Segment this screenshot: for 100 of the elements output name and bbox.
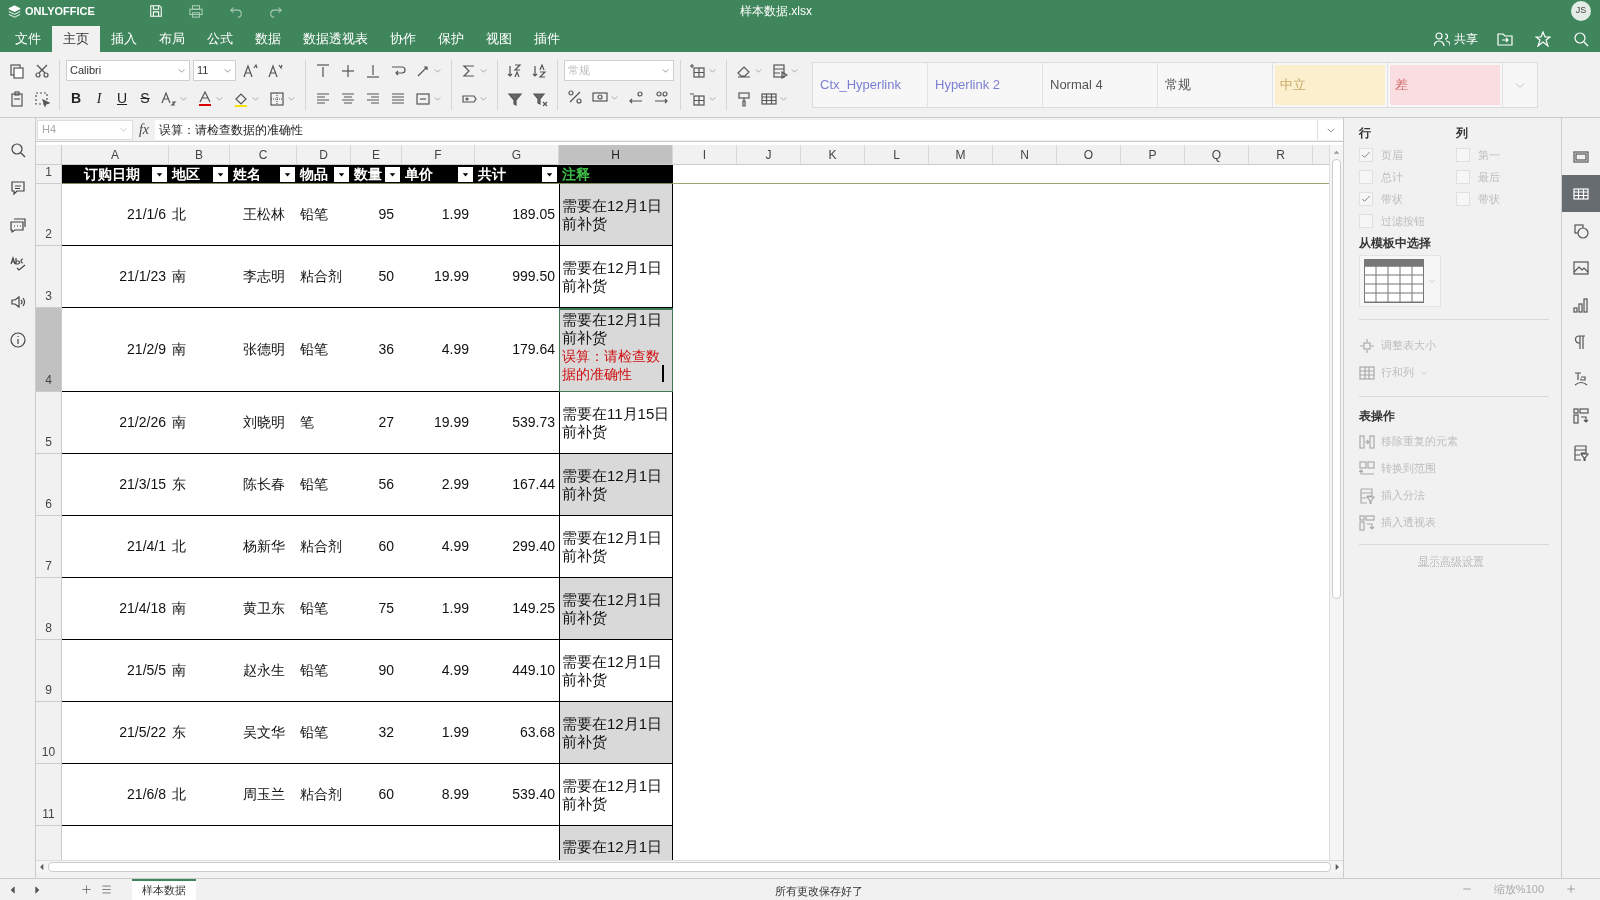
table-cell: 60 xyxy=(351,764,402,826)
column-title: 注释 xyxy=(561,164,590,184)
column-header[interactable]: E xyxy=(351,145,402,164)
share-button[interactable]: 共享 xyxy=(1426,26,1486,52)
row-header[interactable]: 9 xyxy=(36,640,62,702)
column-header[interactable]: D xyxy=(297,145,351,164)
table-cell: 笔 xyxy=(297,392,351,454)
table-cell: 铅笔 xyxy=(297,308,351,392)
column-header[interactable]: R xyxy=(1249,145,1313,164)
table-cell: 北 xyxy=(169,184,230,246)
table-cell: 21/4/1 xyxy=(62,516,169,578)
bold-button[interactable]: B xyxy=(66,87,86,110)
app-logo: ONLYOFFICE xyxy=(25,3,95,19)
table-cell: 56 xyxy=(351,454,402,516)
column-header[interactable]: A xyxy=(62,145,169,164)
table-cell: 北 xyxy=(169,516,230,578)
menu-tab[interactable]: 主页 xyxy=(52,26,100,52)
menu-tab[interactable]: 保护 xyxy=(427,26,475,52)
column-title: 订购日期 xyxy=(82,164,140,184)
column-header[interactable]: N xyxy=(993,145,1057,164)
cell-text: 需要在12月1日前补货 xyxy=(562,311,664,347)
menu-tab[interactable]: 数据 xyxy=(244,26,292,52)
column-header[interactable]: P xyxy=(1121,145,1185,164)
row-header[interactable]: 11 xyxy=(36,764,62,826)
formula-input[interactable]: 误算：请检查数据的准确性 xyxy=(155,119,1317,140)
column-header[interactable]: L xyxy=(865,145,929,164)
table-cell: 21/2/26 xyxy=(62,392,169,454)
menu-tab[interactable]: 协作 xyxy=(379,26,427,52)
table-cell: 需要在12月1日前补货 xyxy=(559,702,673,764)
row-header[interactable]: 4 xyxy=(36,308,62,392)
menu-tab[interactable]: 插件 xyxy=(523,26,571,52)
section-title: 从模板中选择 xyxy=(1359,235,1432,252)
column-header[interactable]: K xyxy=(801,145,865,164)
column-title: 姓名 xyxy=(232,164,261,184)
row-header[interactable]: 5 xyxy=(36,392,62,454)
italic-button[interactable]: I xyxy=(89,87,109,110)
error-text: 误算：请检查数据的准确性 xyxy=(562,347,661,383)
table-cell: 黄卫东 xyxy=(230,578,297,640)
table-cell: 21/2/9 xyxy=(62,308,169,392)
column-header[interactable]: H xyxy=(559,145,673,164)
table-cell: 铅笔 xyxy=(297,702,351,764)
table-cell: 75 xyxy=(351,578,402,640)
table-cell: 铅笔 xyxy=(297,578,351,640)
table-cell: 陈长春 xyxy=(230,454,297,516)
row-header[interactable]: 7 xyxy=(36,516,62,578)
table-cell: 4.99 xyxy=(402,640,475,702)
row-header[interactable]: 8 xyxy=(36,578,62,640)
strikethrough-button[interactable]: S xyxy=(135,87,155,110)
section-title: 行 xyxy=(1359,125,1372,142)
table-cell: 南 xyxy=(169,392,230,454)
section-title: 列 xyxy=(1456,125,1469,142)
column-header[interactable]: O xyxy=(1057,145,1121,164)
row-header[interactable]: 1 xyxy=(36,165,62,184)
menu-tab[interactable]: 视图 xyxy=(475,26,523,52)
column-header[interactable]: M xyxy=(929,145,993,164)
column-header[interactable]: I xyxy=(673,145,737,164)
underline-button[interactable]: U xyxy=(112,87,132,110)
table-cell: 4.99 xyxy=(402,516,475,578)
row-header[interactable]: 2 xyxy=(36,184,62,246)
column-header[interactable]: J xyxy=(737,145,801,164)
window-title: 样本数据.xlsx xyxy=(740,3,812,20)
column-title: 共计 xyxy=(477,164,506,184)
zoom-level: 缩放%100 xyxy=(1493,881,1544,897)
menu-tab[interactable]: 文件 xyxy=(4,26,52,52)
column-header[interactable]: Q xyxy=(1185,145,1249,164)
column-title: 物品 xyxy=(298,164,328,184)
function-button[interactable]: fx xyxy=(133,119,155,140)
column-title: 单价 xyxy=(404,164,433,184)
user-avatar[interactable]: JS xyxy=(1571,1,1591,21)
column-header[interactable]: C xyxy=(230,145,297,164)
table-cell: 21/5/22 xyxy=(62,702,169,764)
table-cell: 需要在12月1日 xyxy=(559,826,673,860)
sheet-tab[interactable]: 样本数据 xyxy=(132,879,196,900)
column-header[interactable]: F xyxy=(402,145,475,164)
font-name-dropdown[interactable]: Calibri xyxy=(66,60,190,81)
menu-tab[interactable]: 公式 xyxy=(196,26,244,52)
row-header[interactable]: 10 xyxy=(36,702,62,764)
table-cell: 需要在12月1日前补货 xyxy=(559,516,673,578)
table-cell: 南 xyxy=(169,640,230,702)
section-title: 表操作 xyxy=(1359,408,1396,425)
table-cell: 南 xyxy=(169,246,230,308)
table-cell: 铅笔 xyxy=(297,640,351,702)
table-cell: 1.99 xyxy=(402,184,475,246)
table-cell: 刘晓明 xyxy=(230,392,297,454)
column-header[interactable]: B xyxy=(169,145,230,164)
table-cell: 周玉兰 xyxy=(230,764,297,826)
table-cell: 36 xyxy=(351,308,402,392)
menu-tab[interactable]: 布局 xyxy=(148,26,196,52)
table-cell: 60 xyxy=(351,516,402,578)
font-size-dropdown[interactable]: 11 xyxy=(193,60,236,81)
column-title: 数量 xyxy=(353,164,382,184)
row-header[interactable]: 6 xyxy=(36,454,62,516)
menu-tab[interactable]: 插入 xyxy=(100,26,148,52)
row-header[interactable]: 3 xyxy=(36,246,62,308)
table-cell: 1.99 xyxy=(402,578,475,640)
table-cell: 粘合剂 xyxy=(297,516,351,578)
selected-cell[interactable]: 需要在12月1日前补货 误算：请检查数据的准确性 xyxy=(559,308,673,392)
menu-tab[interactable]: 数据透视表 xyxy=(292,26,379,52)
table-cell: 50 xyxy=(351,246,402,308)
table-cell: 东 xyxy=(169,454,230,516)
